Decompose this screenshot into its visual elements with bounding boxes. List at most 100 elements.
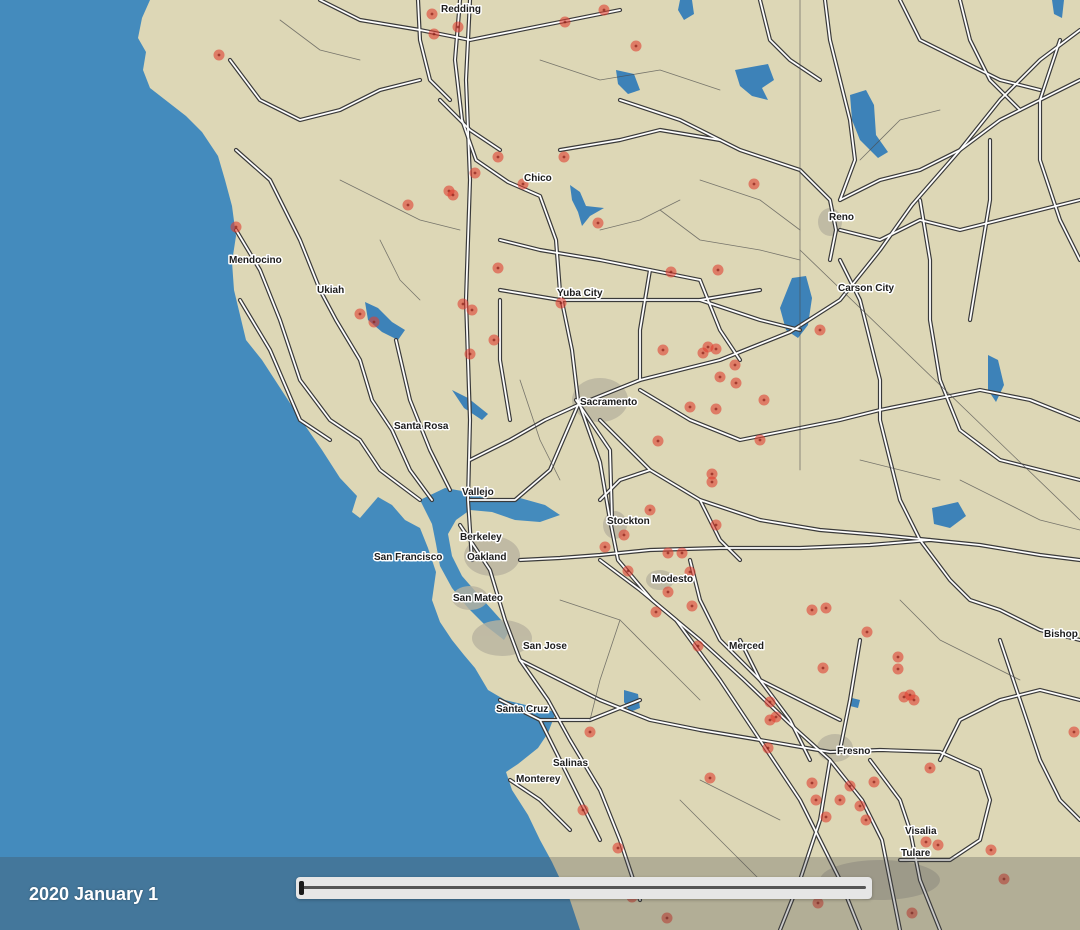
- fire-marker-center: [848, 784, 852, 788]
- fire-marker-center: [708, 776, 712, 780]
- fire-marker-center: [456, 25, 460, 29]
- fire-marker-center: [559, 301, 563, 305]
- fire-marker-center: [622, 533, 626, 537]
- fire-marker-center: [1072, 730, 1076, 734]
- fire-marker-center: [468, 352, 472, 356]
- fire-marker-center: [818, 328, 822, 332]
- city-label-san-mateo: San Mateo: [453, 593, 503, 604]
- fire-marker-center: [714, 523, 718, 527]
- city-label-bishop: Bishop: [1044, 629, 1078, 640]
- fire-marker-center: [616, 846, 620, 850]
- fire-marker-center: [865, 630, 869, 634]
- fire-marker-center: [666, 590, 670, 594]
- city-label-vallejo: Vallejo: [462, 487, 494, 498]
- city-label-redding: Redding: [441, 4, 481, 15]
- fire-marker-center: [912, 698, 916, 702]
- time-slider-handle[interactable]: [299, 881, 304, 895]
- fire-marker-center: [461, 302, 465, 306]
- fire-marker-center: [872, 780, 876, 784]
- fire-marker-center: [496, 266, 500, 270]
- fire-marker-center: [596, 221, 600, 225]
- city-label-berkeley: Berkeley: [460, 532, 502, 543]
- fire-marker-center: [634, 44, 638, 48]
- fire-marker-center: [824, 606, 828, 610]
- fire-marker-center: [989, 848, 993, 852]
- fire-marker-center: [648, 508, 652, 512]
- city-label-salinas: Salinas: [553, 758, 588, 769]
- fire-marker-center: [810, 608, 814, 612]
- fire-marker-center: [858, 804, 862, 808]
- fire-marker-center: [768, 700, 772, 704]
- fire-marker-center: [492, 338, 496, 342]
- city-label-visalia: Visalia: [905, 826, 937, 837]
- fire-marker-center: [902, 695, 906, 699]
- fire-marker-center: [758, 438, 762, 442]
- fire-marker-center: [680, 551, 684, 555]
- city-label-modesto: Modesto: [652, 574, 693, 585]
- fire-marker-center: [688, 405, 692, 409]
- fire-marker-center: [688, 570, 692, 574]
- fire-marker-center: [406, 203, 410, 207]
- city-label-fresno: Fresno: [837, 746, 870, 757]
- fire-marker-center: [838, 798, 842, 802]
- fire-marker-center: [690, 604, 694, 608]
- time-slider-track[interactable]: [302, 886, 866, 889]
- fire-marker-center: [924, 840, 928, 844]
- fire-marker-center: [710, 480, 714, 484]
- fire-marker-center: [734, 381, 738, 385]
- fire-marker-center: [432, 32, 436, 36]
- fire-marker-center: [372, 320, 376, 324]
- city-label-ukiah: Ukiah: [317, 285, 344, 296]
- city-label-oakland: Oakland: [467, 552, 506, 563]
- fire-marker-center: [656, 439, 660, 443]
- city-label-santa-cruz: Santa Cruz: [496, 704, 548, 715]
- fire-marker-center: [451, 193, 455, 197]
- fire-marker-center: [626, 569, 630, 573]
- fire-marker-center: [496, 155, 500, 159]
- fire-marker-center: [358, 312, 362, 316]
- fire-marker-center: [217, 53, 221, 57]
- fire-marker-center: [696, 644, 700, 648]
- fire-marker-center: [669, 270, 673, 274]
- fire-marker-center: [896, 667, 900, 671]
- city-label-monterey: Monterey: [516, 774, 561, 785]
- fire-marker-center: [936, 843, 940, 847]
- fire-marker-center: [603, 545, 607, 549]
- map[interactable]: Redding Chico Reno Mendocino Ukiah Yuba …: [0, 0, 1080, 930]
- fire-marker-center: [666, 551, 670, 555]
- time-slider[interactable]: [296, 877, 872, 899]
- city-label-reno: Reno: [829, 212, 854, 223]
- fire-marker-center: [654, 610, 658, 614]
- fire-marker-center: [563, 20, 567, 24]
- fire-marker-center: [768, 718, 772, 722]
- city-label-san-jose: San Jose: [523, 641, 567, 652]
- fire-marker-center: [733, 363, 737, 367]
- city-label-mendocino: Mendocino: [229, 255, 282, 266]
- date-label: 2020 January 1: [29, 884, 159, 904]
- fire-marker-center: [824, 815, 828, 819]
- city-label-santa-rosa: Santa Rosa: [394, 421, 449, 432]
- fire-marker-center: [814, 798, 818, 802]
- fire-marker-center: [752, 182, 756, 186]
- fire-marker-center: [706, 345, 710, 349]
- fire-marker-center: [581, 808, 585, 812]
- fire-marker-center: [588, 730, 592, 734]
- fire-marker-center: [928, 766, 932, 770]
- fire-marker-center: [718, 375, 722, 379]
- fire-marker-center: [430, 12, 434, 16]
- city-label-sacramento: Sacramento: [580, 397, 637, 408]
- fire-marker-center: [661, 348, 665, 352]
- fire-marker-center: [714, 407, 718, 411]
- fire-marker-center: [716, 268, 720, 272]
- city-label-stockton: Stockton: [607, 516, 650, 527]
- fire-marker-center: [470, 308, 474, 312]
- city-label-merced: Merced: [729, 641, 764, 652]
- city-label-san-francisco: San Francisco: [374, 552, 442, 563]
- city-label-yuba-city: Yuba City: [557, 288, 603, 299]
- fire-marker-center: [701, 351, 705, 355]
- fire-marker-center: [896, 655, 900, 659]
- fire-marker-center: [602, 8, 606, 12]
- city-label-carson-city: Carson City: [838, 283, 895, 294]
- fire-marker-center: [864, 818, 868, 822]
- fire-marker-center: [562, 155, 566, 159]
